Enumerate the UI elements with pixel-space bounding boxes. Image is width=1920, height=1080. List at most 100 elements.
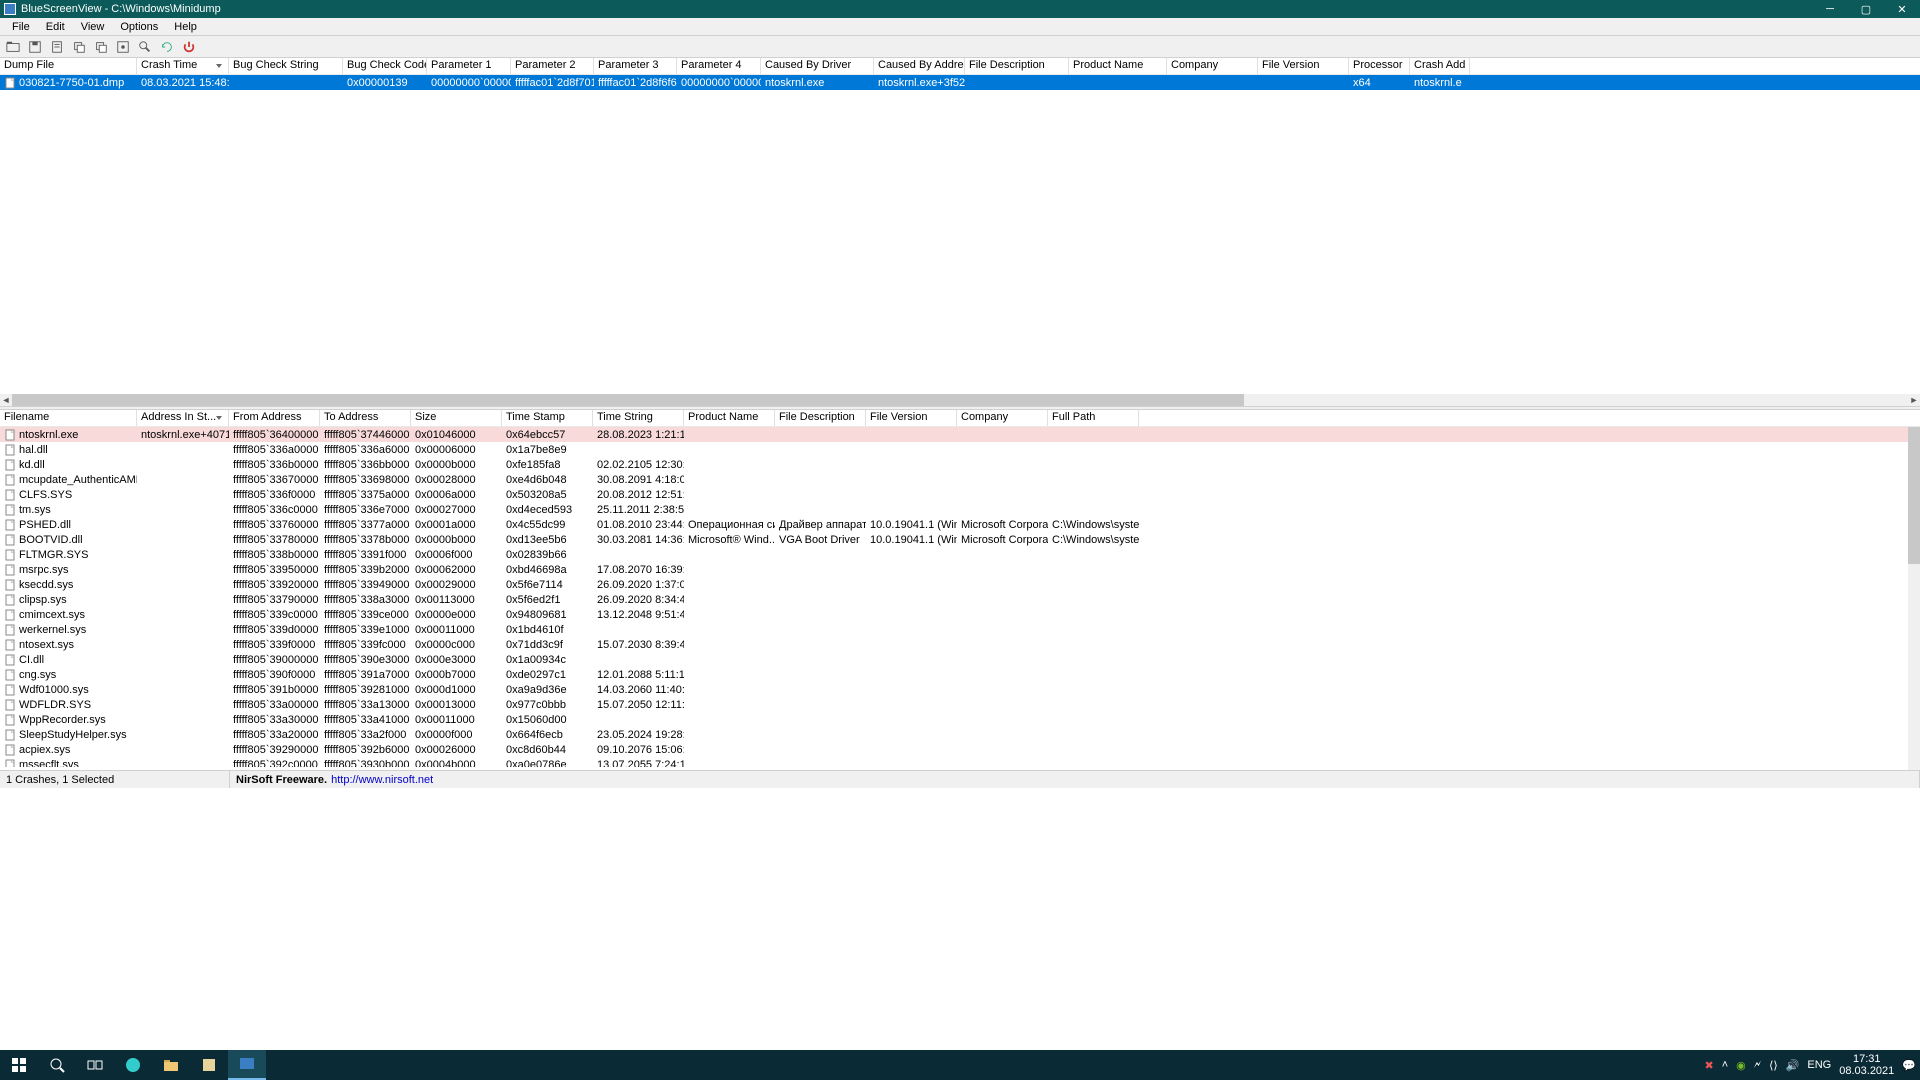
table-row[interactable]: acpiex.sysfffff805`39290000fffff805`392b…	[0, 742, 1920, 757]
minimize-button[interactable]: ─	[1812, 0, 1848, 18]
status-brand[interactable]: NirSoft Freeware. http://www.nirsoft.net	[230, 771, 1920, 788]
column-header[interactable]: Product Name	[1069, 58, 1167, 74]
table-row[interactable]: msrpc.sysfffff805`33950000fffff805`339b2…	[0, 562, 1920, 577]
table-row[interactable]: hal.dllfffff805`336a0000fffff805`336a600…	[0, 442, 1920, 457]
crash-list-pane: Dump FileCrash TimeBug Check StringBug C…	[0, 58, 1920, 406]
tray-notifications-icon[interactable]: 💬	[1902, 1059, 1916, 1072]
table-row[interactable]: SleepStudyHelper.sysfffff805`33a20000fff…	[0, 727, 1920, 742]
table-row[interactable]: mcupdate_AuthenticAMD.dllfffff805`336700…	[0, 472, 1920, 487]
table-row[interactable]: WDFLDR.SYSfffff805`33a00000fffff805`33a1…	[0, 697, 1920, 712]
exit-icon[interactable]	[180, 38, 198, 56]
column-header[interactable]: Crash Add	[1410, 58, 1470, 74]
column-header[interactable]: Parameter 3	[594, 58, 677, 74]
table-row[interactable]: tm.sysfffff805`336c0000fffff805`336e7000…	[0, 502, 1920, 517]
app-icon-taskbar[interactable]	[190, 1050, 228, 1080]
crash-list-header[interactable]: Dump FileCrash TimeBug Check StringBug C…	[0, 58, 1920, 75]
column-header[interactable]: Product Name	[684, 410, 775, 426]
table-row[interactable]: PSHED.dllfffff805`33760000fffff805`3377a…	[0, 517, 1920, 532]
table-row[interactable]: ksecdd.sysfffff805`33920000fffff805`3394…	[0, 577, 1920, 592]
menu-view[interactable]: View	[73, 21, 113, 33]
table-row[interactable]: clipsp.sysfffff805`33790000fffff805`338a…	[0, 592, 1920, 607]
scroll-thumb[interactable]	[12, 394, 1244, 406]
refresh-icon[interactable]	[158, 38, 176, 56]
table-row[interactable]: BOOTVID.dllfffff805`33780000fffff805`337…	[0, 532, 1920, 547]
column-header[interactable]: Caused By Address	[874, 58, 965, 74]
menu-options[interactable]: Options	[112, 21, 166, 33]
column-header[interactable]: File Description	[775, 410, 866, 426]
edge-icon[interactable]	[114, 1050, 152, 1080]
scroll-left-icon[interactable]: ◄	[0, 394, 12, 406]
explorer-icon[interactable]	[152, 1050, 190, 1080]
table-row[interactable]: werkernel.sysfffff805`339d0000fffff805`3…	[0, 622, 1920, 637]
column-header[interactable]: Parameter 1	[427, 58, 511, 74]
cell: 12.01.2088 5:11:13	[593, 669, 684, 681]
scroll-right-icon[interactable]: ►	[1908, 394, 1920, 406]
tray-volume-icon[interactable]: 🔊	[1786, 1059, 1800, 1072]
v-scrollbar[interactable]	[1908, 427, 1920, 770]
table-row[interactable]: cng.sysfffff805`390f0000fffff805`391a700…	[0, 667, 1920, 682]
table-row[interactable]: WppRecorder.sysfffff805`33a30000fffff805…	[0, 712, 1920, 727]
maximize-button[interactable]: ▢	[1848, 0, 1884, 18]
properties-icon[interactable]	[114, 38, 132, 56]
tray-wifi-icon[interactable]: ⟨⟩	[1769, 1059, 1778, 1072]
search-button[interactable]	[38, 1050, 76, 1080]
tray-clock[interactable]: 17:31 08.03.2021	[1839, 1053, 1894, 1077]
column-header[interactable]: Full Path	[1048, 410, 1139, 426]
driver-list-header[interactable]: FilenameAddress In St...From AddressTo A…	[0, 410, 1920, 427]
save-icon[interactable]	[26, 38, 44, 56]
v-scroll-thumb[interactable]	[1908, 427, 1920, 564]
table-row[interactable]: CI.dllfffff805`39000000fffff805`390e3000…	[0, 652, 1920, 667]
column-header[interactable]: Parameter 4	[677, 58, 761, 74]
column-header[interactable]: From Address	[229, 410, 320, 426]
h-scrollbar[interactable]: ◄ ►	[0, 394, 1920, 406]
column-header[interactable]: Time Stamp	[502, 410, 593, 426]
table-row[interactable]: ntoskrnl.exentoskrnl.exe+407169fffff805`…	[0, 427, 1920, 442]
crash-list-body[interactable]: 030821-7750-01.dmp08.03.2021 15:48:550x0…	[0, 75, 1920, 90]
start-button[interactable]	[0, 1050, 38, 1080]
column-header[interactable]: Bug Check String	[229, 58, 343, 74]
table-row[interactable]: FLTMGR.SYSfffff805`338b0000fffff805`3391…	[0, 547, 1920, 562]
menu-help[interactable]: Help	[166, 21, 205, 33]
cell: CI.dll	[0, 654, 137, 666]
tray-power-icon[interactable]: 🗲	[1754, 1059, 1761, 1072]
column-header[interactable]: Company	[1167, 58, 1258, 74]
column-header[interactable]: Address In St...	[137, 410, 229, 426]
tray-up-icon[interactable]: ˄	[1722, 1059, 1728, 1071]
column-header[interactable]: Caused By Driver	[761, 58, 874, 74]
column-header[interactable]: Processor	[1349, 58, 1410, 74]
open-icon[interactable]	[4, 38, 22, 56]
column-header[interactable]: To Address	[320, 410, 411, 426]
report-icon[interactable]	[48, 38, 66, 56]
table-row[interactable]: CLFS.SYSfffff805`336f0000fffff805`3375a0…	[0, 487, 1920, 502]
table-row[interactable]: ntosext.sysfffff805`339f0000fffff805`339…	[0, 637, 1920, 652]
column-header[interactable]: Bug Check Code	[343, 58, 427, 74]
bluescreenview-taskbar[interactable]	[228, 1050, 266, 1080]
column-header[interactable]: Size	[411, 410, 502, 426]
table-row[interactable]: mssecflt.sysfffff805`392c0000fffff805`39…	[0, 757, 1920, 767]
tray-lang[interactable]: ENG	[1807, 1059, 1831, 1071]
column-header[interactable]: Crash Time	[137, 58, 229, 74]
menu-edit[interactable]: Edit	[38, 21, 73, 33]
column-header[interactable]: Filename	[0, 410, 137, 426]
taskview-button[interactable]	[76, 1050, 114, 1080]
column-header[interactable]: File Version	[1258, 58, 1349, 74]
table-row[interactable]: Wdf01000.sysfffff805`391b0000fffff805`39…	[0, 682, 1920, 697]
copy2-icon[interactable]	[92, 38, 110, 56]
tray-nvidia-icon[interactable]: ◉	[1736, 1059, 1746, 1072]
copy-icon[interactable]	[70, 38, 88, 56]
tray-warning-icon[interactable]: ✖	[1705, 1059, 1714, 1072]
column-header[interactable]: Parameter 2	[511, 58, 594, 74]
driver-list-body[interactable]: ntoskrnl.exentoskrnl.exe+407169fffff805`…	[0, 427, 1920, 767]
column-header[interactable]: Dump File	[0, 58, 137, 74]
table-row[interactable]: kd.dllfffff805`336b0000fffff805`336bb000…	[0, 457, 1920, 472]
cell: 0x0000b000	[411, 534, 502, 546]
table-row[interactable]: 030821-7750-01.dmp08.03.2021 15:48:550x0…	[0, 75, 1920, 90]
menu-file[interactable]: File	[4, 21, 38, 33]
column-header[interactable]: File Description	[965, 58, 1069, 74]
find-icon[interactable]	[136, 38, 154, 56]
column-header[interactable]: Time String	[593, 410, 684, 426]
table-row[interactable]: cmimcext.sysfffff805`339c0000fffff805`33…	[0, 607, 1920, 622]
close-button[interactable]: ✕	[1884, 0, 1920, 18]
column-header[interactable]: Company	[957, 410, 1048, 426]
column-header[interactable]: File Version	[866, 410, 957, 426]
